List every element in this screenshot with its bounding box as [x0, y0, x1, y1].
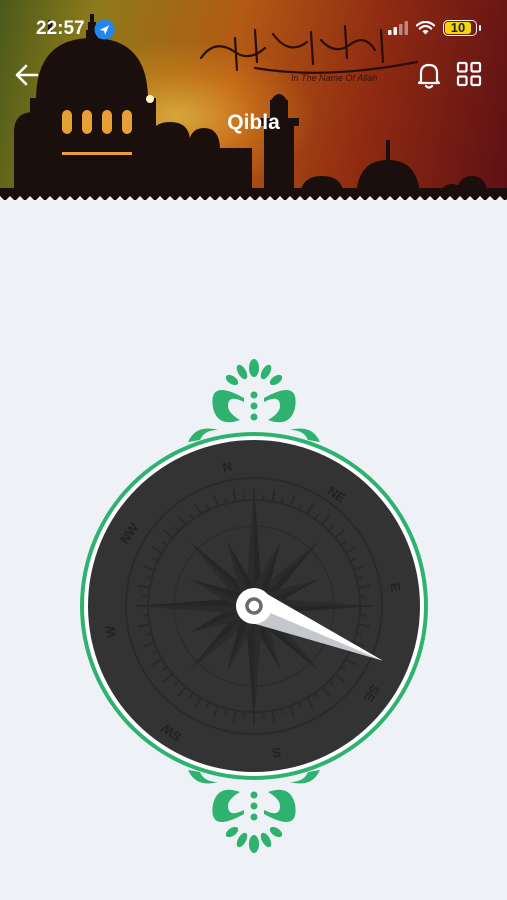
header-scallop-edge: [0, 196, 507, 204]
menu-grid-button[interactable]: [456, 61, 482, 87]
status-icons: 10: [388, 20, 481, 36]
bottom-ornament: [188, 770, 320, 853]
top-ornament: [188, 359, 320, 442]
banner-caption: In The Name Of Allah: [291, 73, 378, 83]
status-time: 22:57: [36, 18, 85, 39]
page-title: Qibla: [227, 111, 280, 134]
battery-level: 10: [450, 20, 466, 35]
notification-bell-button[interactable]: [415, 60, 443, 90]
wifi-icon: [416, 21, 435, 35]
battery-indicator: 10: [443, 20, 481, 36]
back-button[interactable]: [14, 62, 40, 88]
header-banner: In The Name Of Allah 22:57 10 Qibla: [0, 0, 507, 200]
location-arrow-icon: [94, 19, 115, 40]
cellular-signal-icon: [388, 21, 408, 35]
qibla-compass: N NE E SE S SW W NW: [80, 359, 428, 853]
